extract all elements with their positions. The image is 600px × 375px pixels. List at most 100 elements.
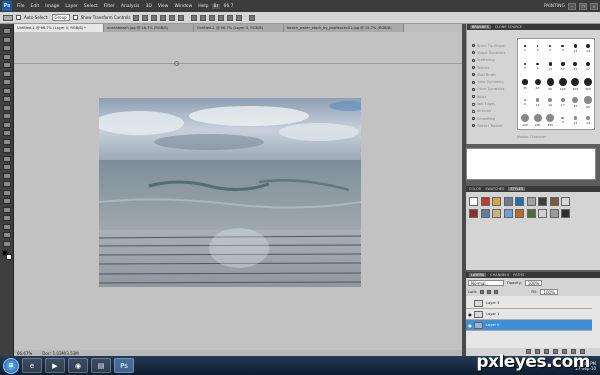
brush-preset[interactable]: 300	[582, 76, 594, 93]
tool-icon[interactable]	[3, 172, 11, 179]
background-color-swatch[interactable]	[6, 254, 12, 260]
brush-preset[interactable]: 3	[532, 40, 544, 57]
tool-icon[interactable]	[3, 121, 11, 128]
style-swatch[interactable]	[480, 197, 490, 206]
tool-icon[interactable]	[3, 28, 11, 34]
brush-option-checkbox[interactable]	[472, 95, 475, 99]
tab-clone-source[interactable]: CLONE SOURCE	[495, 25, 522, 29]
style-swatch[interactable]	[515, 209, 524, 218]
brush-option-checkbox[interactable]	[472, 66, 475, 70]
align-center-icon[interactable]	[169, 14, 176, 21]
menu-view[interactable]: View	[155, 4, 172, 9]
tool-icon[interactable]	[3, 189, 11, 196]
brush-preset[interactable]: 5	[519, 58, 531, 75]
style-swatch[interactable]	[469, 209, 478, 218]
tab-untitled-1[interactable]: Untitled-1 @ 66.7% (Layer 0, RGB/8) *	[14, 24, 104, 32]
brush-preset[interactable]: 100	[557, 76, 569, 93]
zoom-readout[interactable]: 66.7	[220, 4, 236, 9]
distribute-icon[interactable]	[236, 14, 243, 21]
bridge-icon[interactable]: Br	[211, 3, 221, 9]
brush-option-item[interactable]: Dual Brush	[469, 71, 513, 78]
tool-icon[interactable]	[3, 113, 11, 119]
brush-option-checkbox[interactable]	[472, 80, 475, 84]
menu-filter[interactable]: Filter	[101, 4, 118, 9]
menu-image[interactable]: Image	[42, 4, 62, 9]
brush-preset[interactable]: 35	[519, 76, 531, 93]
brush-preset[interactable]: 19	[582, 112, 594, 129]
brush-preset[interactable]: 65	[544, 76, 556, 93]
tool-icon[interactable]	[3, 96, 11, 102]
menu-layer[interactable]: Layer	[62, 4, 81, 9]
transform-controls-checkbox[interactable]	[72, 15, 78, 20]
style-swatch[interactable]	[492, 197, 501, 206]
tool-icon[interactable]	[3, 164, 11, 170]
style-swatch[interactable]	[538, 197, 547, 206]
tab-untitled-1-layer4[interactable]: Untitled-1 @ 66.7% (Layer 4, RGB/8)	[194, 24, 284, 32]
brush-option-checkbox[interactable]	[472, 51, 475, 55]
tool-icon[interactable]	[3, 87, 11, 94]
fill-input[interactable]: 100%	[540, 289, 558, 295]
brush-option-item[interactable]: Noise	[469, 93, 513, 100]
opacity-input[interactable]: 100%	[524, 280, 543, 286]
brush-preset[interactable]: 200	[532, 112, 544, 129]
brush-option-item[interactable]: Color Dynamics	[469, 78, 513, 85]
style-swatch[interactable]	[549, 209, 559, 218]
guide-handle-icon[interactable]	[174, 61, 179, 66]
eye-icon[interactable]: ●	[466, 309, 474, 320]
style-swatch[interactable]	[526, 197, 536, 206]
menu-help[interactable]: Help	[195, 4, 211, 9]
brush-preset[interactable]: 300	[544, 112, 556, 129]
distribute-icon[interactable]	[209, 14, 216, 21]
style-swatch[interactable]	[492, 209, 501, 218]
media-icon[interactable]: ▶	[45, 358, 65, 373]
brush-option-item[interactable]: Smoothing	[469, 115, 513, 122]
brush-option-checkbox[interactable]	[472, 58, 475, 62]
document-image[interactable]	[99, 98, 361, 287]
brush-preset[interactable]: 9	[557, 112, 569, 129]
brush-preset[interactable]: 100	[519, 112, 531, 129]
firefox-icon[interactable]: ◉	[68, 358, 88, 373]
menu-window[interactable]: Window	[172, 4, 196, 9]
brush-preset[interactable]: 17	[557, 58, 569, 75]
tool-icon[interactable]	[3, 198, 11, 204]
brush-preset[interactable]: 9	[532, 58, 544, 75]
brush-option-checkbox[interactable]	[472, 73, 475, 77]
brush-preset[interactable]: 200	[569, 76, 581, 93]
brush-option-checkbox[interactable]	[472, 44, 475, 48]
style-swatch[interactable]	[561, 197, 570, 206]
tool-icon[interactable]	[3, 70, 11, 77]
brush-option-item[interactable]: Other Dynamics	[469, 86, 513, 93]
brush-option-item[interactable]: Texture	[469, 64, 513, 71]
brush-option-checkbox[interactable]	[472, 102, 475, 106]
folder-icon[interactable]: ▤	[91, 358, 111, 373]
layer-row[interactable]: Layer 3	[466, 298, 592, 309]
auto-align-icon[interactable]	[249, 14, 256, 21]
brush-preset[interactable]: 45	[532, 76, 544, 93]
brush-option-checkbox[interactable]	[472, 87, 475, 91]
tool-icon[interactable]	[3, 45, 11, 51]
brush-preset[interactable]: 27	[582, 58, 594, 75]
tool-icon[interactable]	[3, 130, 11, 136]
brush-option-checkbox[interactable]	[472, 109, 475, 113]
brush-preset[interactable]: 19	[544, 94, 556, 111]
eye-icon[interactable]: ●	[466, 320, 474, 331]
brush-option-checkbox[interactable]	[472, 117, 475, 121]
brush-preset[interactable]: 65	[582, 94, 594, 111]
align-middle-icon[interactable]	[142, 14, 149, 21]
tool-icon[interactable]	[3, 138, 11, 145]
tab-brushes[interactable]: BRUSHES	[470, 25, 491, 29]
tool-icon[interactable]	[3, 36, 11, 43]
style-swatch[interactable]	[503, 197, 513, 206]
style-swatch[interactable]	[480, 209, 490, 218]
workspace-switcher[interactable]: PAINTING	[544, 4, 565, 9]
brush-preset[interactable]: 1	[519, 40, 531, 57]
tool-icon[interactable]	[3, 215, 11, 221]
align-right-icon[interactable]	[178, 14, 185, 21]
tab-styles[interactable]: STYLES	[508, 187, 526, 191]
align-bottom-icon[interactable]	[151, 14, 158, 21]
brush-option-item[interactable]: Protect Texture	[469, 122, 513, 129]
layer-row[interactable]: ● Layer 0	[466, 320, 592, 331]
brush-preset[interactable]: 13	[569, 40, 581, 57]
brush-option-item[interactable]: Airbrush	[469, 108, 513, 115]
tool-icon[interactable]	[3, 104, 11, 111]
